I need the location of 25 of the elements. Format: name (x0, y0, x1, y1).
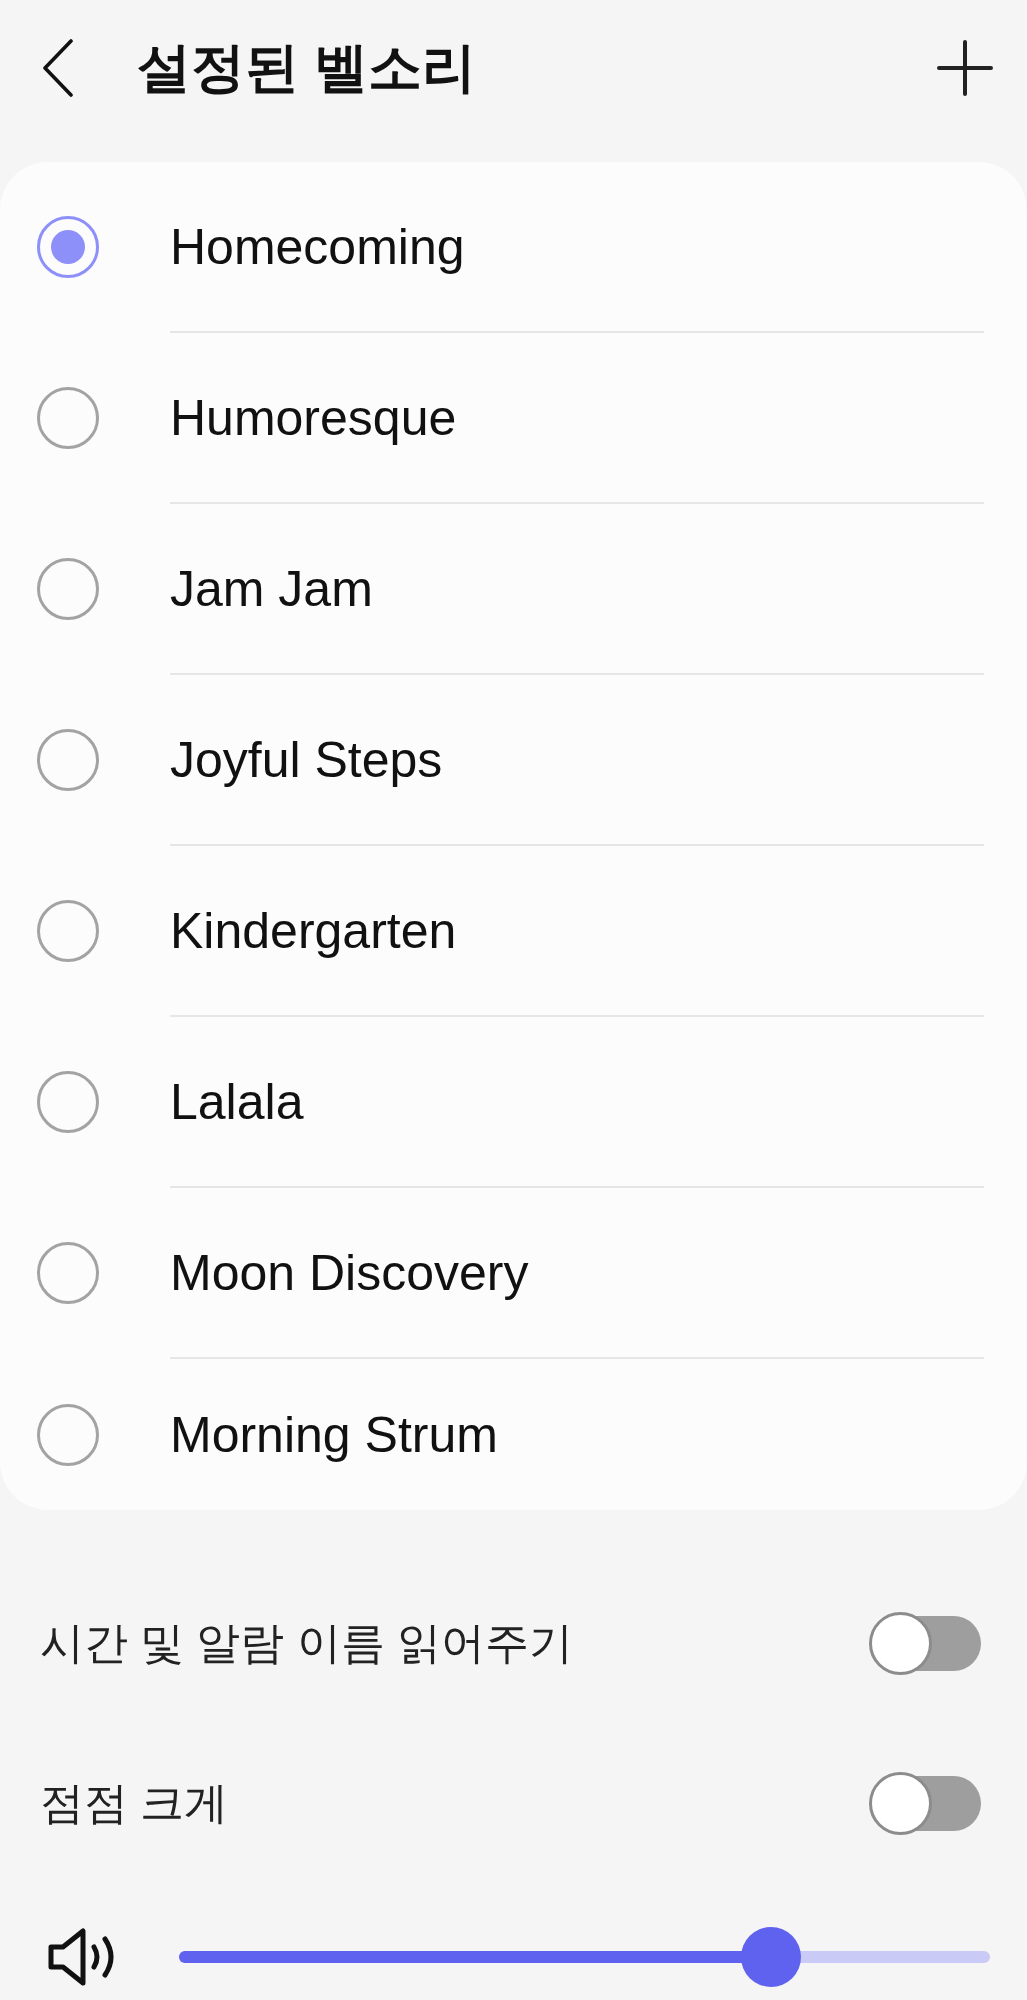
radio-button[interactable] (37, 1070, 99, 1133)
radio-button[interactable] (37, 1403, 99, 1466)
toggle-switch[interactable] (869, 1611, 981, 1675)
ringtone-name[interactable]: Humoresque (170, 388, 457, 447)
radio-button[interactable] (37, 557, 99, 620)
ringtone-name[interactable]: Moon Discovery (170, 1243, 529, 1302)
setting-label: 시간 및 알람 이름 읽어주기 (40, 1616, 573, 1669)
setting-label: 점점 크게 (40, 1776, 229, 1829)
radio-button[interactable] (37, 728, 99, 791)
radio-button[interactable] (37, 899, 99, 962)
page-title: 설정된 벨소리 (137, 35, 476, 99)
slider-thumb[interactable] (741, 1927, 801, 1987)
ringtone-name[interactable]: Jam Jam (170, 559, 373, 618)
radio-button[interactable] (37, 386, 99, 449)
add-icon[interactable] (937, 40, 993, 96)
ringtone-name[interactable]: Lalala (170, 1072, 304, 1131)
radio-button[interactable] (37, 215, 99, 278)
ringtone-name[interactable]: Joyful Steps (170, 730, 443, 789)
volume-slider[interactable] (179, 1927, 990, 1987)
ringtone-name[interactable]: Homecoming (170, 217, 465, 276)
toggle-switch[interactable] (869, 1771, 981, 1835)
ringtone-name[interactable]: Kindergarten (170, 901, 457, 960)
radio-button[interactable] (37, 1241, 99, 1304)
back-icon[interactable] (42, 39, 74, 97)
ringtone-name[interactable]: Morning Strum (170, 1405, 498, 1464)
